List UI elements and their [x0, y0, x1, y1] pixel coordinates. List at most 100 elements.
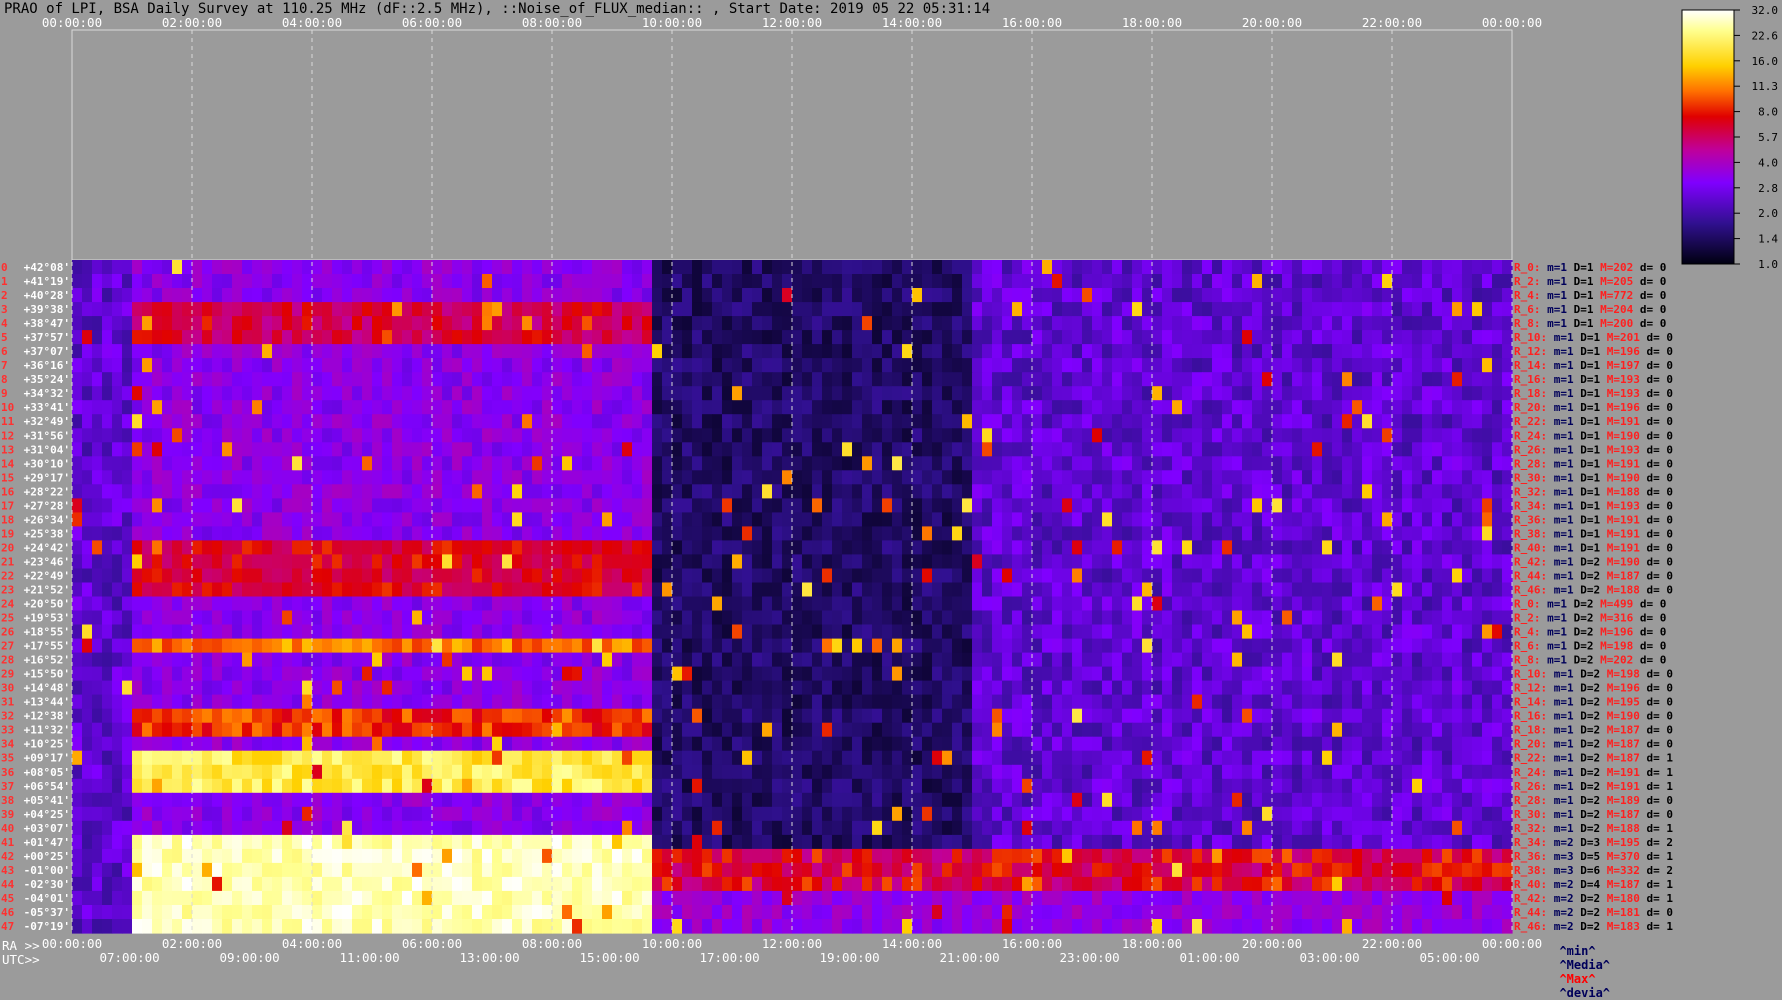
- heatmap-cell: [322, 610, 333, 626]
- heatmap-cell: [522, 330, 533, 345]
- heatmap-cell: [1452, 526, 1463, 541]
- heatmap-cell: [582, 568, 593, 584]
- heatmap-cell: [832, 372, 843, 387]
- heatmap-cell: [1172, 624, 1183, 640]
- heatmap-cell: [662, 386, 673, 401]
- heatmap-cell: [1332, 442, 1343, 457]
- heatmap-cell: [162, 694, 173, 710]
- heatmap-cell: [282, 330, 293, 345]
- heatmap-cell: [1412, 344, 1423, 359]
- heatmap-cell: [1002, 526, 1013, 541]
- heatmap-cell: [512, 414, 523, 429]
- heatmap-cell: [1052, 624, 1063, 640]
- heatmap-cell: [922, 624, 933, 640]
- heatmap-cell: [812, 694, 823, 710]
- heatmap-cell: [82, 456, 93, 471]
- heatmap-cell: [462, 694, 473, 710]
- heatmap-cell: [832, 554, 843, 569]
- heatmap-cell: [1392, 540, 1403, 555]
- heatmap-cell: [642, 316, 653, 331]
- heatmap-cell: [1262, 624, 1273, 640]
- heatmap-cell: [192, 274, 203, 289]
- heatmap-cell: [132, 358, 143, 373]
- heatmap-cell: [1452, 344, 1463, 359]
- heatmap-cell: [1262, 540, 1273, 555]
- heatmap-cell: [992, 400, 1003, 415]
- heatmap-cell: [702, 610, 713, 626]
- heatmap-cell: [412, 274, 423, 289]
- heatmap-cell: [552, 582, 563, 598]
- heatmap-cell: [892, 680, 903, 696]
- heatmap-cell: [122, 288, 133, 303]
- heatmap-cell: [992, 288, 1003, 303]
- heatmap-cell: [1242, 708, 1253, 724]
- heatmap-cell: [1032, 652, 1043, 668]
- heatmap-cell: [1062, 638, 1073, 654]
- heatmap-cell: [1242, 582, 1253, 598]
- heatmap-cell: [1172, 428, 1183, 443]
- heatmap-cell: [832, 638, 843, 654]
- heatmap-cell: [662, 358, 673, 373]
- heatmap-cell: [592, 288, 603, 303]
- heatmap-cell: [1352, 442, 1363, 457]
- heatmap-cell: [1002, 414, 1013, 429]
- heatmap-cell: [892, 568, 903, 584]
- heatmap-cell: [992, 372, 1003, 387]
- heatmap-cell: [452, 638, 463, 654]
- heatmap-cell: [432, 372, 443, 387]
- heatmap-cell: [372, 610, 383, 626]
- heatmap-cell: [282, 736, 293, 752]
- heatmap-cell: [1352, 316, 1363, 331]
- heatmap-cell: [612, 358, 623, 373]
- heatmap-cell: [432, 442, 443, 457]
- heatmap-cell: [872, 260, 883, 275]
- heatmap-cell: [1442, 596, 1453, 612]
- heatmap-cell: [172, 330, 183, 345]
- heatmap-cell: [1422, 680, 1433, 696]
- heatmap-cell: [382, 302, 393, 317]
- heatmap-cell: [1412, 610, 1423, 626]
- heatmap-cell: [522, 316, 533, 331]
- heatmap-cell: [1022, 288, 1033, 303]
- heatmap-cell: [222, 498, 233, 513]
- heatmap-cell: [622, 316, 633, 331]
- heatmap-cell: [732, 708, 743, 724]
- heatmap-cell: [1232, 540, 1243, 555]
- heatmap-cell: [802, 330, 813, 345]
- heatmap-cell: [532, 358, 543, 373]
- heatmap-cell: [772, 568, 783, 584]
- heatmap-cell: [1482, 470, 1493, 485]
- heatmap-cell: [1192, 288, 1203, 303]
- heatmap-cell: [952, 582, 963, 598]
- heatmap-cell: [172, 610, 183, 626]
- heatmap-cell: [862, 302, 873, 317]
- heatmap-cell: [1332, 260, 1343, 275]
- heatmap-cell: [862, 694, 873, 710]
- heatmap-cell: [1472, 512, 1483, 527]
- heatmap-cell: [502, 680, 513, 696]
- heatmap-cell: [1362, 680, 1373, 696]
- heatmap-cell: [1122, 610, 1133, 626]
- heatmap-cell: [472, 596, 483, 612]
- heatmap-cell: [512, 736, 523, 752]
- heatmap-cell: [1442, 498, 1453, 513]
- heatmap-cell: [1142, 400, 1153, 415]
- heatmap-cell: [742, 386, 753, 401]
- heatmap-cell: [782, 358, 793, 373]
- heatmap-cell: [962, 330, 973, 345]
- heatmap-cell: [1152, 470, 1163, 485]
- heatmap-cell: [172, 316, 183, 331]
- heatmap-cell: [912, 666, 923, 682]
- heatmap-cell: [1002, 470, 1013, 485]
- heatmap-cell: [332, 526, 343, 541]
- heatmap-cell: [532, 736, 543, 752]
- heatmap-cell: [822, 260, 833, 275]
- heatmap-cell: [452, 386, 463, 401]
- heatmap-cell: [232, 582, 243, 598]
- heatmap-cell: [1492, 456, 1503, 471]
- heatmap-cell: [422, 568, 433, 584]
- heatmap-cell: [632, 442, 643, 457]
- heatmap-cell: [142, 596, 153, 612]
- heatmap-cell: [1292, 274, 1303, 289]
- heatmap-cell: [662, 428, 673, 443]
